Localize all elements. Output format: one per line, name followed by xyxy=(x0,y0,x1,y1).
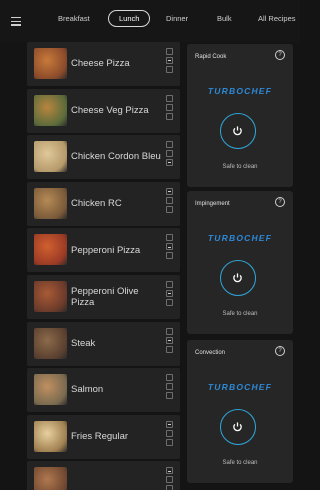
recipe-oven-checkboxes xyxy=(166,94,173,120)
oven-checkbox-1[interactable] xyxy=(166,234,173,242)
oven-checkbox-3[interactable] xyxy=(166,159,173,167)
power-button[interactable] xyxy=(220,409,256,445)
recipe-name: Pepperoni Olive Pizza xyxy=(71,285,139,308)
tab-bulk[interactable]: Bulk xyxy=(217,14,232,23)
recipe-oven-checkboxes xyxy=(166,141,173,167)
turbochef-logo: TURBOCHEF xyxy=(207,86,273,96)
oven-checkbox-1[interactable] xyxy=(166,327,173,335)
recipe-item[interactable]: Cheese Pizza xyxy=(27,42,180,86)
power-icon xyxy=(233,422,242,432)
recipe-name: Chicken RC xyxy=(71,198,122,210)
oven-status: Safe to clean xyxy=(222,164,258,170)
oven-checkbox-3[interactable] xyxy=(166,252,173,260)
recipe-item[interactable]: Chicken RC xyxy=(27,181,180,226)
tab-dinner[interactable]: Dinner xyxy=(166,14,188,23)
recipe-name: Chicken Cordon Bleu xyxy=(71,151,161,163)
recipe-name: Pepperoni Pizza xyxy=(71,244,141,256)
oven-checkbox-2[interactable] xyxy=(166,289,173,297)
oven-checkbox-1[interactable] xyxy=(166,467,173,475)
oven-checkbox-2[interactable] xyxy=(166,196,173,204)
oven-checkbox-3[interactable] xyxy=(166,345,173,353)
recipe-oven-checkboxes xyxy=(166,327,173,353)
oven-checkbox-3[interactable] xyxy=(166,298,173,306)
recipe-name: Fries Regular xyxy=(71,431,129,443)
recipe-thumbnail xyxy=(34,327,67,359)
recipe-oven-checkboxes xyxy=(166,374,173,400)
tab-all-recipes[interactable]: All Recipes xyxy=(258,14,296,23)
oven-checkbox-1[interactable] xyxy=(166,374,173,382)
oven-title: Impingement xyxy=(195,201,230,207)
oven-title: Rapid Cook xyxy=(195,54,227,60)
recipe-oven-checkboxes xyxy=(166,48,173,73)
oven-checkbox-2[interactable] xyxy=(166,103,173,111)
recipe-thumbnail xyxy=(34,467,67,490)
oven-panel-rapid-cook: Rapid Cook ? TURBOCHEF Safe to clean xyxy=(187,44,293,187)
oven-checkbox-1[interactable] xyxy=(166,420,173,428)
recipe-item[interactable]: Pepperoni Olive Pizza xyxy=(27,274,180,319)
recipe-thumbnail xyxy=(34,280,67,312)
recipe-oven-checkboxes xyxy=(166,234,173,260)
recipe-name: Cheese Pizza xyxy=(71,58,130,70)
tab-breakfast[interactable]: Breakfast xyxy=(58,14,90,23)
recipe-name xyxy=(71,461,161,490)
oven-checkbox-2[interactable] xyxy=(166,429,173,437)
oven-status: Safe to clean xyxy=(222,460,258,466)
help-icon[interactable]: ? xyxy=(275,346,285,356)
oven-checkbox-3[interactable] xyxy=(166,485,173,490)
recipe-oven-checkboxes xyxy=(166,187,173,213)
oven-checkbox-2[interactable] xyxy=(166,476,173,484)
turbochef-logo: TURBOCHEF xyxy=(207,382,273,392)
recipe-thumbnail xyxy=(34,141,67,173)
recipe-thumbnail xyxy=(34,420,67,452)
power-button[interactable] xyxy=(220,260,256,296)
recipe-item[interactable]: Fries Regular xyxy=(27,414,180,459)
recipe-thumbnail xyxy=(34,187,67,219)
oven-checkbox-1[interactable] xyxy=(166,94,173,102)
oven-checkbox-2[interactable] xyxy=(166,243,173,251)
recipe-list: Cheese Pizza Cheese Veg Pizza Chicken Cord… xyxy=(27,42,180,490)
recipe-thumbnail xyxy=(34,94,67,126)
help-icon[interactable]: ? xyxy=(275,197,285,207)
recipe-oven-checkboxes xyxy=(166,420,173,446)
recipe-oven-checkboxes xyxy=(166,280,173,306)
top-nav-bar: Breakfast Lunch Dinner Bulk All Recipes xyxy=(0,0,300,42)
oven-checkbox-3[interactable] xyxy=(166,66,173,73)
recipe-oven-checkboxes xyxy=(166,467,173,490)
oven-checkbox-1[interactable] xyxy=(166,187,173,195)
oven-checkbox-2[interactable] xyxy=(166,57,173,64)
power-icon xyxy=(233,273,242,283)
oven-title: Convection xyxy=(195,350,226,356)
recipe-thumbnail xyxy=(34,234,67,266)
oven-checkbox-3[interactable] xyxy=(166,205,173,213)
power-icon xyxy=(233,126,242,136)
recipe-item[interactable]: Cheese Veg Pizza xyxy=(27,88,180,133)
oven-checkbox-3[interactable] xyxy=(166,112,173,120)
recipe-item[interactable]: Pepperoni Pizza xyxy=(27,228,180,273)
help-icon[interactable]: ? xyxy=(275,50,285,60)
recipe-name: Salmon xyxy=(71,384,104,396)
oven-panel-convection: Convection ? TURBOCHEF Safe to clean xyxy=(187,340,293,483)
recipe-item[interactable]: Chicken Cordon Bleu xyxy=(27,135,180,180)
power-button[interactable] xyxy=(220,113,256,149)
recipe-name: Steak xyxy=(71,337,96,349)
recipe-item[interactable]: Salmon xyxy=(27,368,180,413)
oven-checkbox-1[interactable] xyxy=(166,280,173,288)
turbochef-logo: TURBOCHEF xyxy=(207,233,273,243)
oven-checkbox-1[interactable] xyxy=(166,48,173,55)
oven-checkbox-1[interactable] xyxy=(166,141,173,149)
oven-panel-impingement: Impingement ? TURBOCHEF Safe to clean xyxy=(187,191,293,334)
oven-checkbox-2[interactable] xyxy=(166,336,173,344)
recipe-name: Cheese Veg Pizza xyxy=(71,104,149,116)
tab-lunch[interactable]: Lunch xyxy=(108,10,151,27)
recipe-thumbnail xyxy=(34,374,67,406)
recipe-item[interactable]: Steak xyxy=(27,321,180,366)
recipe-thumbnail xyxy=(34,48,67,79)
oven-checkbox-2[interactable] xyxy=(166,383,173,391)
oven-checkbox-2[interactable] xyxy=(166,150,173,158)
hamburger-icon[interactable] xyxy=(11,17,21,26)
oven-checkbox-3[interactable] xyxy=(166,392,173,400)
recipe-item[interactable] xyxy=(27,461,180,490)
oven-status: Safe to clean xyxy=(222,311,258,317)
oven-checkbox-3[interactable] xyxy=(166,438,173,446)
